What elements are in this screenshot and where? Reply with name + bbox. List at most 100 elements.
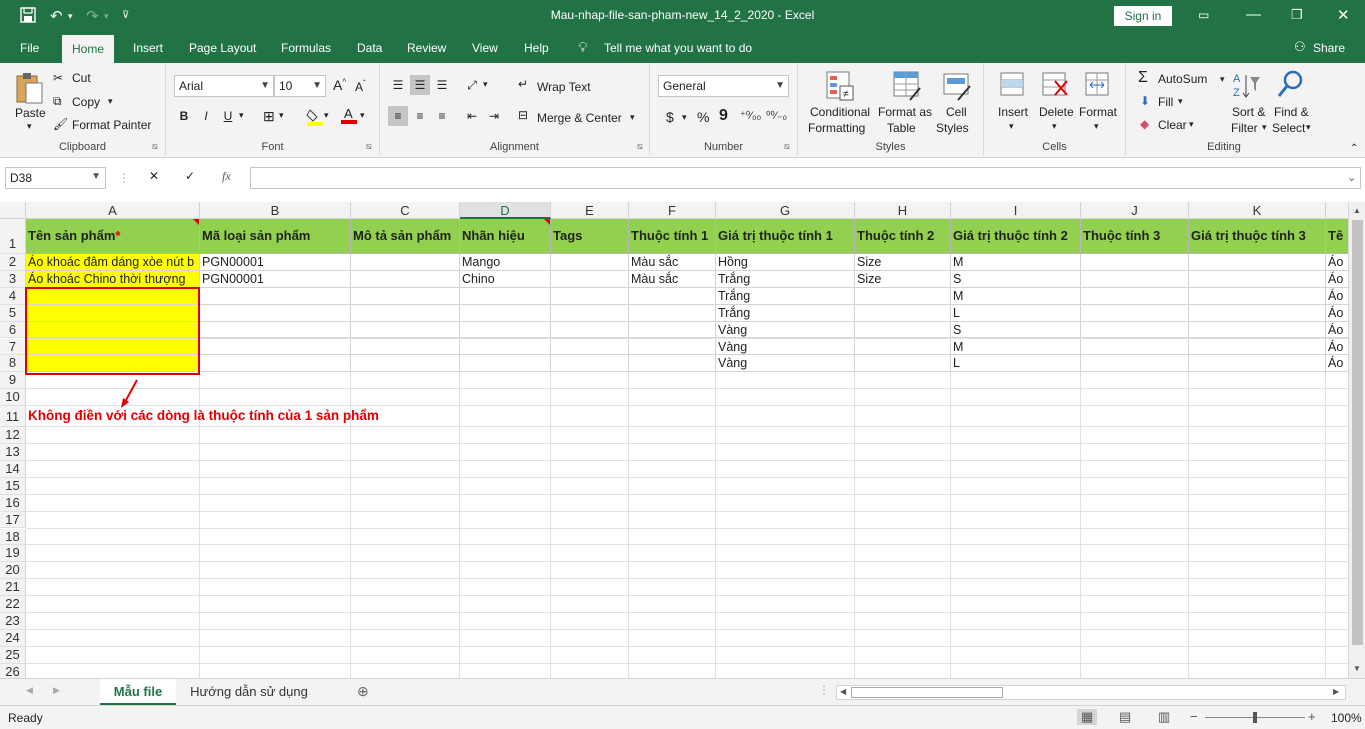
table-cell[interactable] <box>1189 338 1326 356</box>
font-size-select[interactable]: 10 ▼ <box>274 75 326 97</box>
table-cell[interactable] <box>629 355 716 373</box>
paste-label[interactable]: Paste <box>15 106 46 120</box>
row-header[interactable]: 3 <box>0 270 26 288</box>
table-cell[interactable] <box>351 338 460 356</box>
table-cell[interactable]: Vàng <box>716 355 855 373</box>
close-icon[interactable]: ✕ <box>1337 6 1350 24</box>
tab-file[interactable]: File <box>20 41 39 55</box>
row-header[interactable]: 22 <box>0 596 26 613</box>
borders-icon[interactable]: ⊞ <box>263 108 275 125</box>
column-header[interactable]: I <box>951 202 1081 219</box>
table-cell[interactable]: Áo <box>1326 339 1348 356</box>
orientation-dropdown-icon[interactable]: ▾ <box>483 79 488 90</box>
table-cell[interactable] <box>351 321 460 339</box>
header-cell[interactable]: Thuộc tính 1 <box>629 219 716 254</box>
table-cell[interactable]: M <box>951 254 1081 271</box>
table-cell[interactable] <box>1081 254 1189 271</box>
header-cell[interactable]: Mã loại sản phẩm <box>200 219 351 254</box>
table-cell[interactable]: Áo <box>1326 355 1348 373</box>
table-cell[interactable]: Trắng <box>716 287 855 305</box>
italic-button[interactable]: I <box>196 106 216 126</box>
tab-page-layout[interactable]: Page Layout <box>189 41 256 55</box>
format-dropdown-icon[interactable]: ▾ <box>1094 121 1099 132</box>
insert-cells-icon[interactable] <box>999 71 1027 102</box>
find-select-icon[interactable] <box>1276 69 1306 104</box>
table-cell[interactable]: Áo khoác đâm dáng xòe nút b <box>26 254 200 271</box>
format-cells-icon[interactable] <box>1084 71 1112 102</box>
fill-color-icon[interactable] <box>306 107 324 130</box>
row-header[interactable]: 20 <box>0 562 26 580</box>
table-cell[interactable]: Chino <box>460 270 551 288</box>
restore-icon[interactable]: ❐ <box>1291 7 1303 23</box>
row-header[interactable]: 13 <box>0 444 26 461</box>
row-header[interactable]: 21 <box>0 579 26 597</box>
name-box[interactable]: D38 ▼ <box>5 167 106 189</box>
insert-cells-button[interactable]: Insert <box>998 105 1028 119</box>
table-cell[interactable] <box>855 355 951 373</box>
table-cell[interactable] <box>855 304 951 322</box>
column-header[interactable]: D <box>460 202 551 219</box>
currency-dropdown-icon[interactable]: ▾ <box>682 112 687 123</box>
minimize-icon[interactable]: — <box>1246 6 1261 23</box>
merge-dropdown-icon[interactable]: ▾ <box>630 112 635 123</box>
table-cell[interactable] <box>460 304 551 322</box>
tab-formulas[interactable]: Formulas <box>281 41 331 55</box>
formula-input[interactable] <box>250 167 1361 189</box>
find-dropdown-icon[interactable]: ▾ <box>1306 122 1311 133</box>
row-header[interactable]: 18 <box>0 528 26 546</box>
table-cell[interactable] <box>351 355 460 373</box>
select-all-corner[interactable] <box>0 202 26 219</box>
table-cell[interactable] <box>551 287 629 305</box>
column-header[interactable]: A <box>26 202 200 219</box>
conditional-formatting-icon[interactable]: ≠ <box>825 70 855 105</box>
table-cell[interactable] <box>855 321 951 339</box>
row-header[interactable]: 10 <box>0 389 26 407</box>
delete-dropdown-icon[interactable]: ▾ <box>1052 121 1057 132</box>
row-header[interactable]: 23 <box>0 613 26 630</box>
column-header[interactable]: E <box>551 202 629 219</box>
scroll-left-icon[interactable]: ◀ <box>840 687 846 696</box>
delete-cells-button[interactable]: Delete <box>1039 105 1074 119</box>
table-cell[interactable]: Mango <box>460 254 551 271</box>
row-header[interactable]: 7 <box>0 338 26 356</box>
table-cell[interactable]: Vàng <box>716 321 855 339</box>
clear-button[interactable]: Clear <box>1158 118 1187 132</box>
ribbon-display-icon[interactable]: ▭ <box>1198 8 1209 22</box>
header-cell[interactable]: Tags <box>551 219 629 254</box>
fill-button[interactable]: Fill <box>1158 95 1173 109</box>
insert-dropdown-icon[interactable]: ▾ <box>1009 121 1014 132</box>
increase-font-icon[interactable]: A^ <box>333 77 346 93</box>
table-cell[interactable] <box>629 338 716 356</box>
scroll-down-icon[interactable]: ▼ <box>1353 664 1361 673</box>
table-cell[interactable] <box>855 287 951 305</box>
column-header[interactable]: C <box>351 202 460 219</box>
table-cell[interactable] <box>200 287 351 305</box>
table-cell[interactable] <box>200 338 351 356</box>
horizontal-scroll-thumb[interactable] <box>851 687 1003 698</box>
currency-button[interactable]: $ <box>666 109 674 125</box>
sort-dropdown-icon[interactable]: ▾ <box>1262 122 1267 133</box>
zoom-level[interactable]: 100% <box>1331 711 1362 725</box>
sort-filter-label1[interactable]: Sort & <box>1232 105 1265 119</box>
table-cell[interactable]: Áo khoác Chino thời thượng <box>26 270 200 288</box>
vertical-scrollbar[interactable]: ▲ ▼ <box>1348 202 1365 678</box>
copy-dropdown-icon[interactable]: ▾ <box>108 96 113 107</box>
scroll-right-icon[interactable]: ▶ <box>1333 687 1339 696</box>
increase-indent-icon[interactable]: ⇥ <box>484 106 504 126</box>
fill-icon[interactable]: ⬇ <box>1140 94 1150 108</box>
table-cell[interactable] <box>351 304 460 322</box>
table-cell[interactable] <box>551 254 629 271</box>
format-as-table-label2[interactable]: Table <box>887 121 916 135</box>
header-cell[interactable]: Giá trị thuộc tính 3 <box>1189 219 1326 254</box>
cell-styles-label1[interactable]: Cell <box>946 105 967 119</box>
zoom-in-icon[interactable]: + <box>1308 709 1316 724</box>
table-cell[interactable]: S <box>951 270 1081 288</box>
table-cell[interactable] <box>200 355 351 373</box>
copy-button[interactable]: Copy <box>72 95 100 109</box>
row-header[interactable]: 8 <box>0 355 26 373</box>
font-color-dropdown-icon[interactable]: ▾ <box>360 110 365 121</box>
underline-button[interactable]: U <box>218 106 238 126</box>
table-cell[interactable]: Vàng <box>716 338 855 356</box>
row-header[interactable]: 17 <box>0 511 26 529</box>
header-cell[interactable]: Nhãn hiệu <box>460 219 551 254</box>
